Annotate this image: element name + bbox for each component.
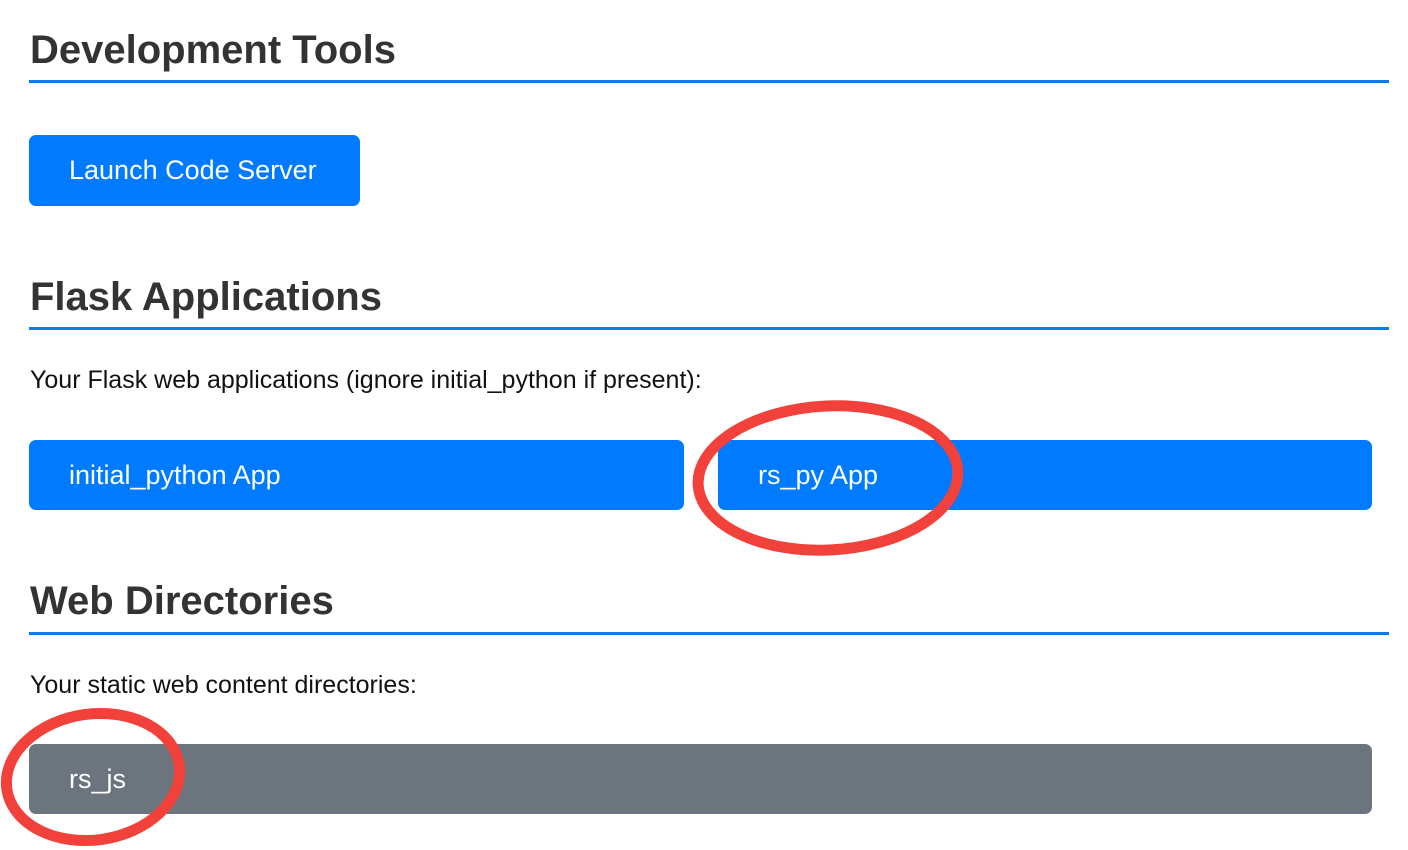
flask-description: Your Flask web applications (ignore init… [30, 366, 702, 394]
initial-python-app-label: initial_python App [69, 459, 281, 490]
rs-py-app-button[interactable]: rs_py App [718, 440, 1372, 510]
rs-py-app-label: rs_py App [758, 459, 879, 490]
rs-js-directory-label: rs_js [69, 763, 127, 794]
rs-js-directory-button[interactable]: rs_js [29, 744, 1372, 814]
section-divider [29, 327, 1389, 330]
annotation-overlay [0, 400, 964, 847]
web-directories-description: Your static web content directories: [30, 671, 417, 699]
launch-code-server-label: Launch Code Server [69, 155, 317, 185]
section-title-web-directories: Web Directories [30, 579, 334, 623]
section-title-flask-applications: Flask Applications [30, 275, 382, 319]
section-title-development-tools: Development Tools [30, 28, 396, 72]
section-divider [29, 632, 1389, 635]
launch-code-server-button[interactable]: Launch Code Server [29, 135, 360, 206]
section-divider [29, 80, 1389, 83]
initial-python-app-button[interactable]: initial_python App [29, 440, 684, 510]
